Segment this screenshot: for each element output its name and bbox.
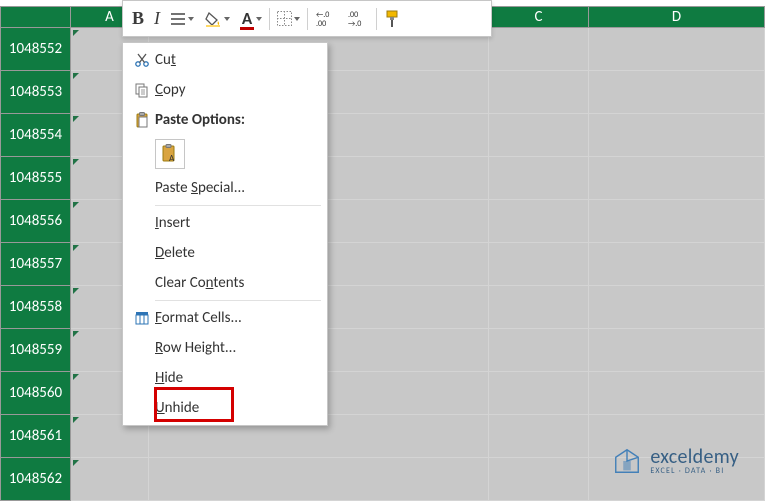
row-header[interactable]: 1048562 xyxy=(0,458,71,501)
menu-label: Insert xyxy=(155,214,319,232)
menu-paste-options-header: Paste Options: xyxy=(123,105,327,135)
separator xyxy=(155,300,321,301)
svg-text:A: A xyxy=(169,153,175,164)
context-menu: Cut Copy Paste Options: A Paste Special.… xyxy=(122,42,328,426)
mini-toolbar: B I A ←.0.00 .00→.0 xyxy=(122,0,492,37)
menu-label: Copy xyxy=(155,81,319,99)
menu-label: Clear Contents xyxy=(155,274,319,292)
format-painter-icon xyxy=(384,10,402,28)
row-header[interactable]: 1048556 xyxy=(0,200,71,243)
align-button[interactable] xyxy=(165,9,199,29)
italic-button[interactable]: I xyxy=(149,5,165,32)
menu-label: Row Height... xyxy=(155,339,319,357)
cell[interactable] xyxy=(489,71,589,114)
grid-rows: 1048552 1048553 1048554 1048555 1048556 … xyxy=(0,28,767,502)
font-color-button[interactable]: A xyxy=(235,5,267,32)
row-header[interactable]: 1048554 xyxy=(0,114,71,157)
cell[interactable] xyxy=(589,114,765,157)
clipboard-icon xyxy=(129,112,155,128)
cell[interactable] xyxy=(489,329,589,372)
separator xyxy=(155,205,321,206)
copy-icon xyxy=(129,82,155,98)
cell[interactable] xyxy=(489,415,589,458)
format-painter-button[interactable] xyxy=(379,7,407,31)
align-icon xyxy=(170,12,186,26)
borders-icon xyxy=(277,11,292,26)
watermark: exceldemy EXCEL · DATA · BI xyxy=(612,446,739,476)
cell[interactable] xyxy=(489,200,589,243)
menu-label: Delete xyxy=(155,244,319,262)
paste-options-row: A xyxy=(123,135,327,173)
menu-paste-special[interactable]: Paste Special... xyxy=(123,173,327,203)
menu-label: Unhide xyxy=(155,399,319,417)
cell[interactable] xyxy=(589,372,765,415)
watermark-text: exceldemy xyxy=(650,447,739,467)
paint-bucket-icon xyxy=(204,11,222,27)
watermark-subtext: EXCEL · DATA · BI xyxy=(650,467,739,475)
menu-insert[interactable]: Insert xyxy=(123,208,327,238)
cell[interactable] xyxy=(589,71,765,114)
separator xyxy=(307,8,308,30)
menu-copy[interactable]: Copy xyxy=(123,75,327,105)
scissors-icon xyxy=(129,52,155,68)
menu-clear-contents[interactable]: Clear Contents xyxy=(123,268,327,298)
cell[interactable] xyxy=(489,372,589,415)
menu-row-height[interactable]: Row Height... xyxy=(123,333,327,363)
chevron-down-icon xyxy=(294,17,300,21)
cell[interactable] xyxy=(589,28,765,71)
svg-text:→.0: →.0 xyxy=(348,19,361,28)
menu-label: Hide xyxy=(155,369,319,387)
cell[interactable] xyxy=(589,200,765,243)
cell[interactable] xyxy=(489,28,589,71)
cell[interactable] xyxy=(589,286,765,329)
cell[interactable] xyxy=(489,243,589,286)
menu-label: Paste Special... xyxy=(155,179,319,197)
menu-cut[interactable]: Cut xyxy=(123,45,327,75)
cell[interactable] xyxy=(589,243,765,286)
menu-delete[interactable]: Delete xyxy=(123,238,327,268)
row-header[interactable]: 1048560 xyxy=(0,372,71,415)
clipboard-paste-icon: A xyxy=(160,144,180,164)
chevron-down-icon xyxy=(256,17,262,21)
row-header[interactable]: 1048559 xyxy=(0,329,71,372)
bold-button[interactable]: B xyxy=(127,5,149,32)
row-header[interactable]: 1048561 xyxy=(0,415,71,458)
menu-label: Paste Options: xyxy=(155,111,319,129)
watermark-logo-icon xyxy=(612,446,642,476)
menu-label: Cut xyxy=(155,51,319,69)
row-header[interactable]: 1048553 xyxy=(0,71,71,114)
menu-hide[interactable]: Hide xyxy=(123,363,327,393)
row-header[interactable]: 1048557 xyxy=(0,243,71,286)
cell[interactable] xyxy=(489,286,589,329)
row-header[interactable]: 1048555 xyxy=(0,157,71,200)
col-header-d[interactable]: D xyxy=(589,6,765,28)
cell[interactable] xyxy=(489,458,589,501)
row-header[interactable]: 1048558 xyxy=(0,286,71,329)
col-header-c[interactable]: C xyxy=(489,6,589,28)
svg-text:.00: .00 xyxy=(316,19,326,28)
chevron-down-icon xyxy=(224,17,230,21)
chevron-down-icon xyxy=(188,17,194,21)
row-header[interactable]: 1048552 xyxy=(0,28,71,71)
cell[interactable] xyxy=(71,458,149,501)
increase-decimal-icon: ←.0.00 xyxy=(315,10,337,28)
cell[interactable] xyxy=(149,458,489,501)
cell[interactable] xyxy=(589,157,765,200)
decrease-decimal-icon: .00→.0 xyxy=(347,10,369,28)
fill-color-button[interactable] xyxy=(199,8,235,30)
increase-decimal-button[interactable]: ←.0.00 xyxy=(310,7,342,31)
cell[interactable] xyxy=(489,157,589,200)
cell[interactable] xyxy=(489,114,589,157)
cell[interactable] xyxy=(589,329,765,372)
menu-label: Format Cells... xyxy=(155,309,319,327)
borders-button[interactable] xyxy=(272,8,305,29)
paste-option-default[interactable]: A xyxy=(155,139,185,169)
select-all-corner[interactable] xyxy=(0,6,71,28)
menu-unhide[interactable]: Unhide xyxy=(123,393,327,423)
separator xyxy=(376,8,377,30)
decrease-decimal-button[interactable]: .00→.0 xyxy=(342,7,374,31)
menu-format-cells[interactable]: Format Cells... xyxy=(123,303,327,333)
separator xyxy=(269,8,270,30)
format-cells-icon xyxy=(129,310,155,326)
